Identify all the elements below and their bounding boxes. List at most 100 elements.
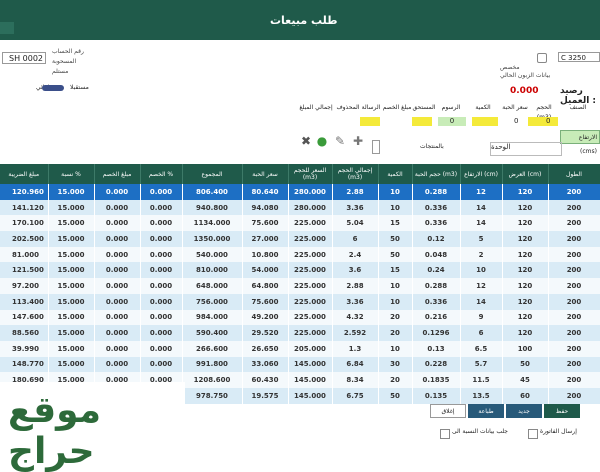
- table-cell: 2.4: [332, 246, 379, 263]
- customer-checkbox[interactable]: [537, 53, 547, 63]
- table-cell: 0.216: [412, 309, 461, 326]
- new-button[interactable]: جديد: [506, 404, 542, 418]
- table-cell: 81.000: [0, 246, 49, 263]
- save-button[interactable]: حفظ: [544, 404, 580, 418]
- items-table: مبلغ الضريبة نسبة % مبلغ الخصم الخصم % ا…: [0, 164, 600, 404]
- table-cell: 145.000: [288, 356, 333, 373]
- table-row[interactable]: 202.500 15.000 0.000 0.000 1350.000 27.000 225…: [0, 231, 600, 247]
- table-cell: 10: [378, 340, 413, 357]
- table-cell: 940.800: [182, 199, 243, 216]
- column-header[interactable]: مبلغ الضريبة: [0, 164, 49, 184]
- column-header[interactable]: حجم الحبة (m3): [412, 164, 461, 184]
- confirm-icon[interactable]: ●: [316, 135, 328, 147]
- column-header[interactable]: الكمية: [378, 164, 413, 184]
- footer-checkbox[interactable]: [440, 429, 450, 439]
- table-cell: 148.770: [0, 356, 49, 373]
- customer-select[interactable]: C 3250: [558, 52, 600, 62]
- table-cell: 54.000: [242, 262, 289, 279]
- column-header[interactable]: الخصم %: [140, 164, 183, 184]
- table-cell: 0.000: [140, 262, 183, 279]
- column-header[interactable]: الارتفاع (cm): [460, 164, 503, 184]
- table-row[interactable]: 141.120 15.000 0.000 0.000 940.800 94.080 280.…: [0, 199, 600, 216]
- table-cell: 1.3: [332, 340, 379, 357]
- table-cell: 5.04: [332, 215, 379, 232]
- table-cell: 0.000: [140, 356, 183, 373]
- table-cell: 97.200: [0, 278, 49, 294]
- add-icon[interactable]: ✚: [352, 135, 364, 147]
- column-header[interactable]: مبلغ الخصم: [94, 164, 141, 184]
- withdrawn-label: المسحوبة: [52, 58, 77, 65]
- due-field[interactable]: [412, 117, 432, 126]
- auto-toggle[interactable]: [42, 85, 64, 91]
- table-cell: 29.520: [242, 325, 289, 341]
- message-field[interactable]: [360, 117, 380, 126]
- table-row[interactable]: 170.100 15.000 0.000 0.000 1134.000 75.600 225…: [0, 215, 600, 232]
- table-cell: 15: [378, 215, 413, 232]
- height-box: الارتفاع (cms): [560, 130, 600, 155]
- table-cell: 6: [332, 231, 379, 247]
- table-cell: 80.640: [242, 184, 289, 200]
- window-control[interactable]: [0, 22, 14, 34]
- column-header[interactable]: السعر للحجم (m3): [288, 164, 333, 184]
- spinner[interactable]: [372, 140, 380, 154]
- table-cell: 6.5: [460, 340, 503, 357]
- toggle-label-right: مستقبلا: [70, 84, 89, 91]
- column-header[interactable]: نسبة %: [48, 164, 95, 184]
- print-button[interactable]: طباعة: [468, 404, 504, 418]
- close-button[interactable]: إغلاق: [430, 404, 466, 418]
- account-input[interactable]: SH 0002: [2, 52, 46, 64]
- table-row[interactable]: 39.990 15.000 0.000 0.000 266.600 26.650 205.0…: [0, 340, 600, 357]
- table-cell: 0.048: [412, 246, 461, 263]
- table-cell: 20: [378, 325, 413, 341]
- table-cell: 60.430: [242, 372, 289, 388]
- table-cell: 0.000: [94, 231, 141, 247]
- table-cell: 806.400: [182, 184, 243, 200]
- table-cell: 45: [502, 372, 549, 388]
- footer-checkbox[interactable]: [528, 429, 538, 439]
- table-row[interactable]: 120.960 15.000 0.000 0.000 806.400 80.640 280.…: [0, 184, 600, 200]
- unit-filter[interactable]: الوحدة: [490, 142, 562, 156]
- column-header[interactable]: المجموع: [182, 164, 243, 184]
- table-row[interactable]: 97.200 15.000 0.000 0.000 648.000 64.800 225.0…: [0, 278, 600, 294]
- watermark-text: موقع حراج: [8, 390, 102, 472]
- table-cell: 120: [502, 215, 549, 232]
- table-cell: 50: [502, 356, 549, 373]
- table-cell: 20: [378, 372, 413, 388]
- edit-icon[interactable]: ✎: [334, 135, 346, 147]
- table-cell: 141.120: [0, 199, 49, 216]
- table-cell: 200: [548, 293, 600, 310]
- table-cell: 121.500: [0, 262, 49, 279]
- table-cell: 9: [460, 309, 503, 326]
- unit-price-value: 0: [514, 117, 519, 125]
- table-cell: 0.336: [412, 293, 461, 310]
- table-cell: 0.000: [94, 340, 141, 357]
- table-row[interactable]: 88.560 15.000 0.000 0.000 590.400 29.520 225.0…: [0, 325, 600, 341]
- column-header[interactable]: إجمالي الحجم (m3): [332, 164, 379, 184]
- column-header[interactable]: العرض (cm): [502, 164, 549, 184]
- table-row[interactable]: 113.400 15.000 0.000 0.000 756.000 75.600 225.…: [0, 293, 600, 310]
- column-header[interactable]: الطول: [548, 164, 600, 184]
- table-cell: 14: [460, 293, 503, 310]
- table-cell: 10: [378, 293, 413, 310]
- table-row[interactable]: 148.770 15.000 0.000 0.000 991.800 33.060 145.…: [0, 356, 600, 373]
- table-row[interactable]: 121.500 15.000 0.000 0.000 810.000 54.000 225.…: [0, 262, 600, 279]
- panel-header: المحذوف: [336, 104, 360, 111]
- delete-icon[interactable]: ✖: [300, 135, 312, 147]
- table-cell: 590.400: [182, 325, 243, 341]
- table-cell: 19.575: [242, 387, 289, 404]
- column-header[interactable]: سعر الحبة: [242, 164, 289, 184]
- table-row[interactable]: 81.000 15.000 0.000 0.000 540.000 10.800 225.0…: [0, 246, 600, 263]
- volume-field[interactable]: [528, 117, 558, 126]
- table-cell: 5.7: [460, 356, 503, 373]
- table-cell: 0.000: [94, 262, 141, 279]
- quantity-field[interactable]: [472, 117, 498, 126]
- table-cell: 27.000: [242, 231, 289, 247]
- table-cell: 113.400: [0, 293, 49, 310]
- table-cell: 2.88: [332, 184, 379, 200]
- table-cell: 49.200: [242, 309, 289, 326]
- table-row[interactable]: 147.600 15.000 0.000 0.000 984.000 49.200 225.…: [0, 309, 600, 326]
- window-title: طلب مبيعات: [270, 14, 338, 27]
- table-cell: 14: [460, 199, 503, 216]
- table-cell: 200: [548, 387, 600, 404]
- fees-field[interactable]: 0: [438, 117, 466, 126]
